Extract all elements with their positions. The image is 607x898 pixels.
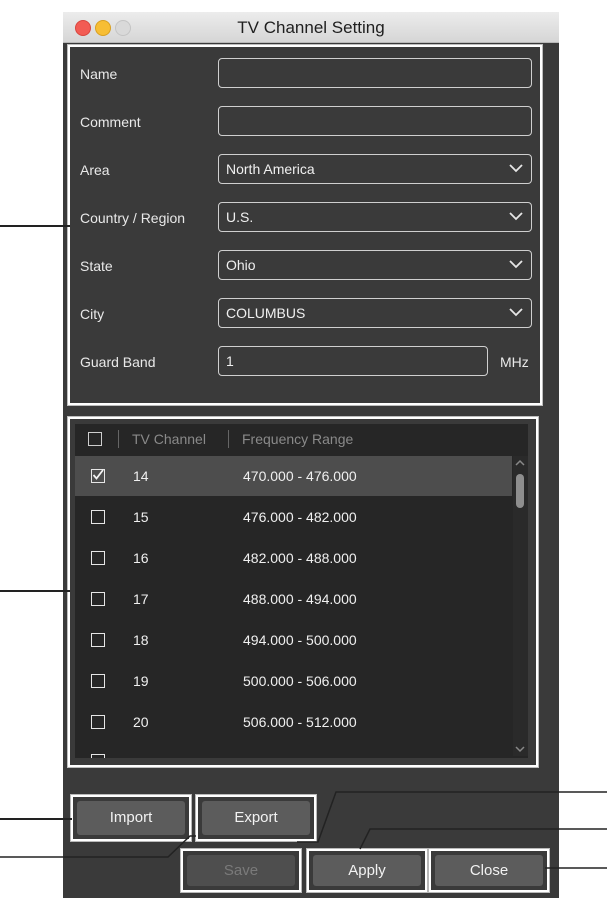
callout-lines-overlay	[0, 791, 607, 869]
